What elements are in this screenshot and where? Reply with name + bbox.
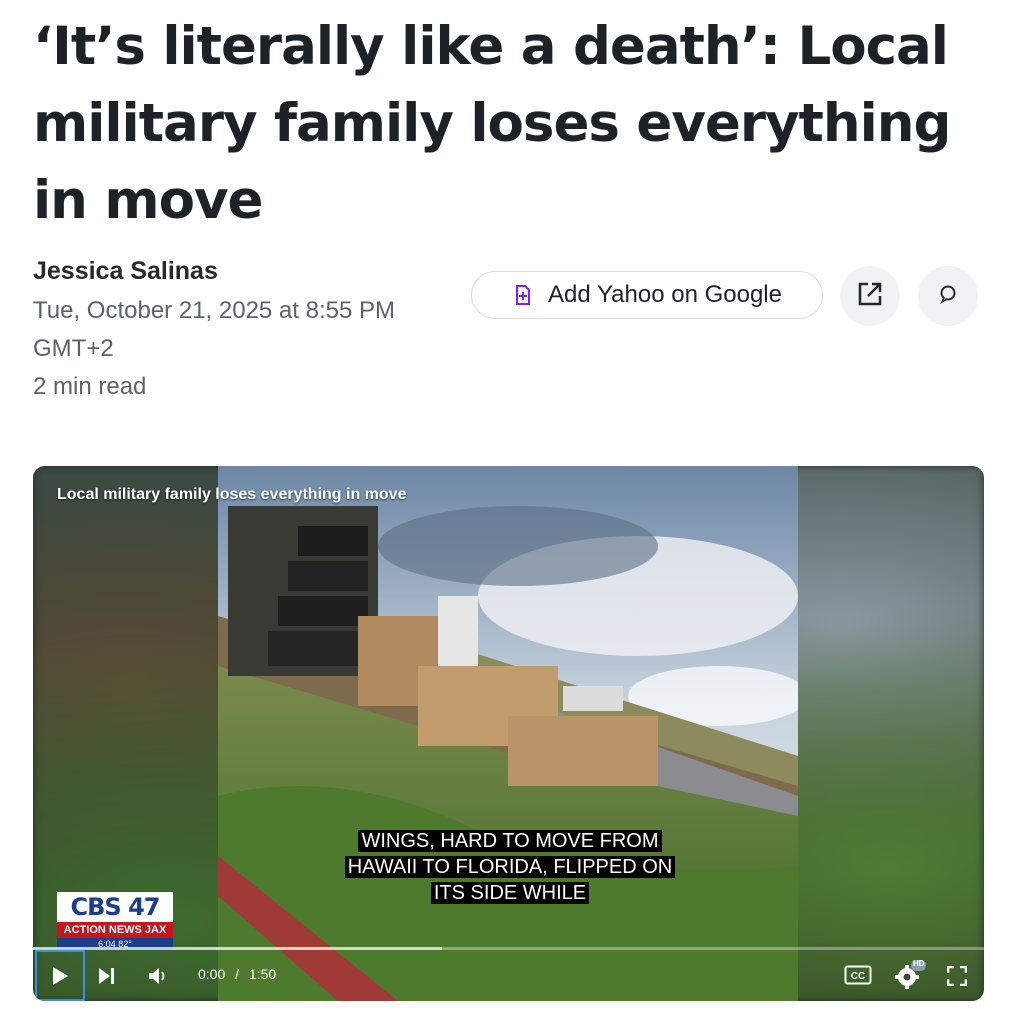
cc-icon: CC [844, 965, 872, 985]
add-yahoo-on-google-button[interactable]: Add Yahoo on Google [471, 271, 823, 319]
next-button[interactable] [95, 964, 119, 988]
volume-icon [149, 968, 165, 984]
play-icon [53, 966, 68, 985]
hd-badge: HD [913, 959, 925, 968]
article-headline: ‘It’s literally like a death’: Local mil… [33, 16, 951, 231]
video-controls: 0:00 / 1:50 CC HD [33, 950, 984, 1001]
station-logo-sub: ACTION NEWS JAX [57, 922, 173, 938]
play-button[interactable] [35, 950, 85, 1001]
fullscreen-button[interactable] [945, 964, 969, 988]
current-time: 0:00 [198, 966, 226, 982]
svg-text:CC: CC [851, 971, 865, 982]
skip-next-icon [99, 968, 114, 984]
duration: 1:50 [248, 966, 277, 982]
closed-caption-text: WINGS, HARD TO MOVE FROM HAWAII TO FLORI… [344, 830, 676, 904]
comments-button[interactable] [918, 266, 978, 326]
video-scene-image [218, 466, 798, 1001]
author-name[interactable]: Jessica Salinas [33, 257, 218, 286]
station-logo: CBS 47 ACTION NEWS JAX 6:04 82° [57, 892, 173, 950]
video-frame[interactable] [218, 466, 798, 1001]
add-to-google-icon [512, 284, 534, 306]
closed-captions-button[interactable]: CC [843, 964, 873, 986]
read-time: 2 min read [33, 373, 147, 400]
video-time: 0:00 / 1:50 [198, 966, 276, 982]
add-yahoo-on-google-label: Add Yahoo on Google [548, 281, 782, 308]
share-icon [857, 281, 883, 312]
station-logo-main: CBS 47 [70, 893, 161, 921]
article-meta: Tue, October 21, 2025 at 8:55 PM GMT+2 2… [33, 292, 433, 406]
time-separator: / [235, 966, 240, 982]
closed-caption: WINGS, HARD TO MOVE FROM HAWAII TO FLORI… [340, 828, 680, 906]
video-player[interactable]: Local military family loses everything i… [33, 466, 984, 1001]
publish-timezone: GMT+2 [33, 335, 114, 362]
comment-icon [938, 284, 958, 309]
volume-button[interactable] [146, 964, 170, 988]
publish-date: Tue, October 21, 2025 at 8:55 PM [33, 297, 395, 324]
settings-button[interactable]: HD [891, 958, 927, 992]
video-title: Local military family loses everything i… [57, 486, 407, 503]
fullscreen-icon [947, 966, 967, 986]
share-button[interactable] [840, 266, 900, 326]
